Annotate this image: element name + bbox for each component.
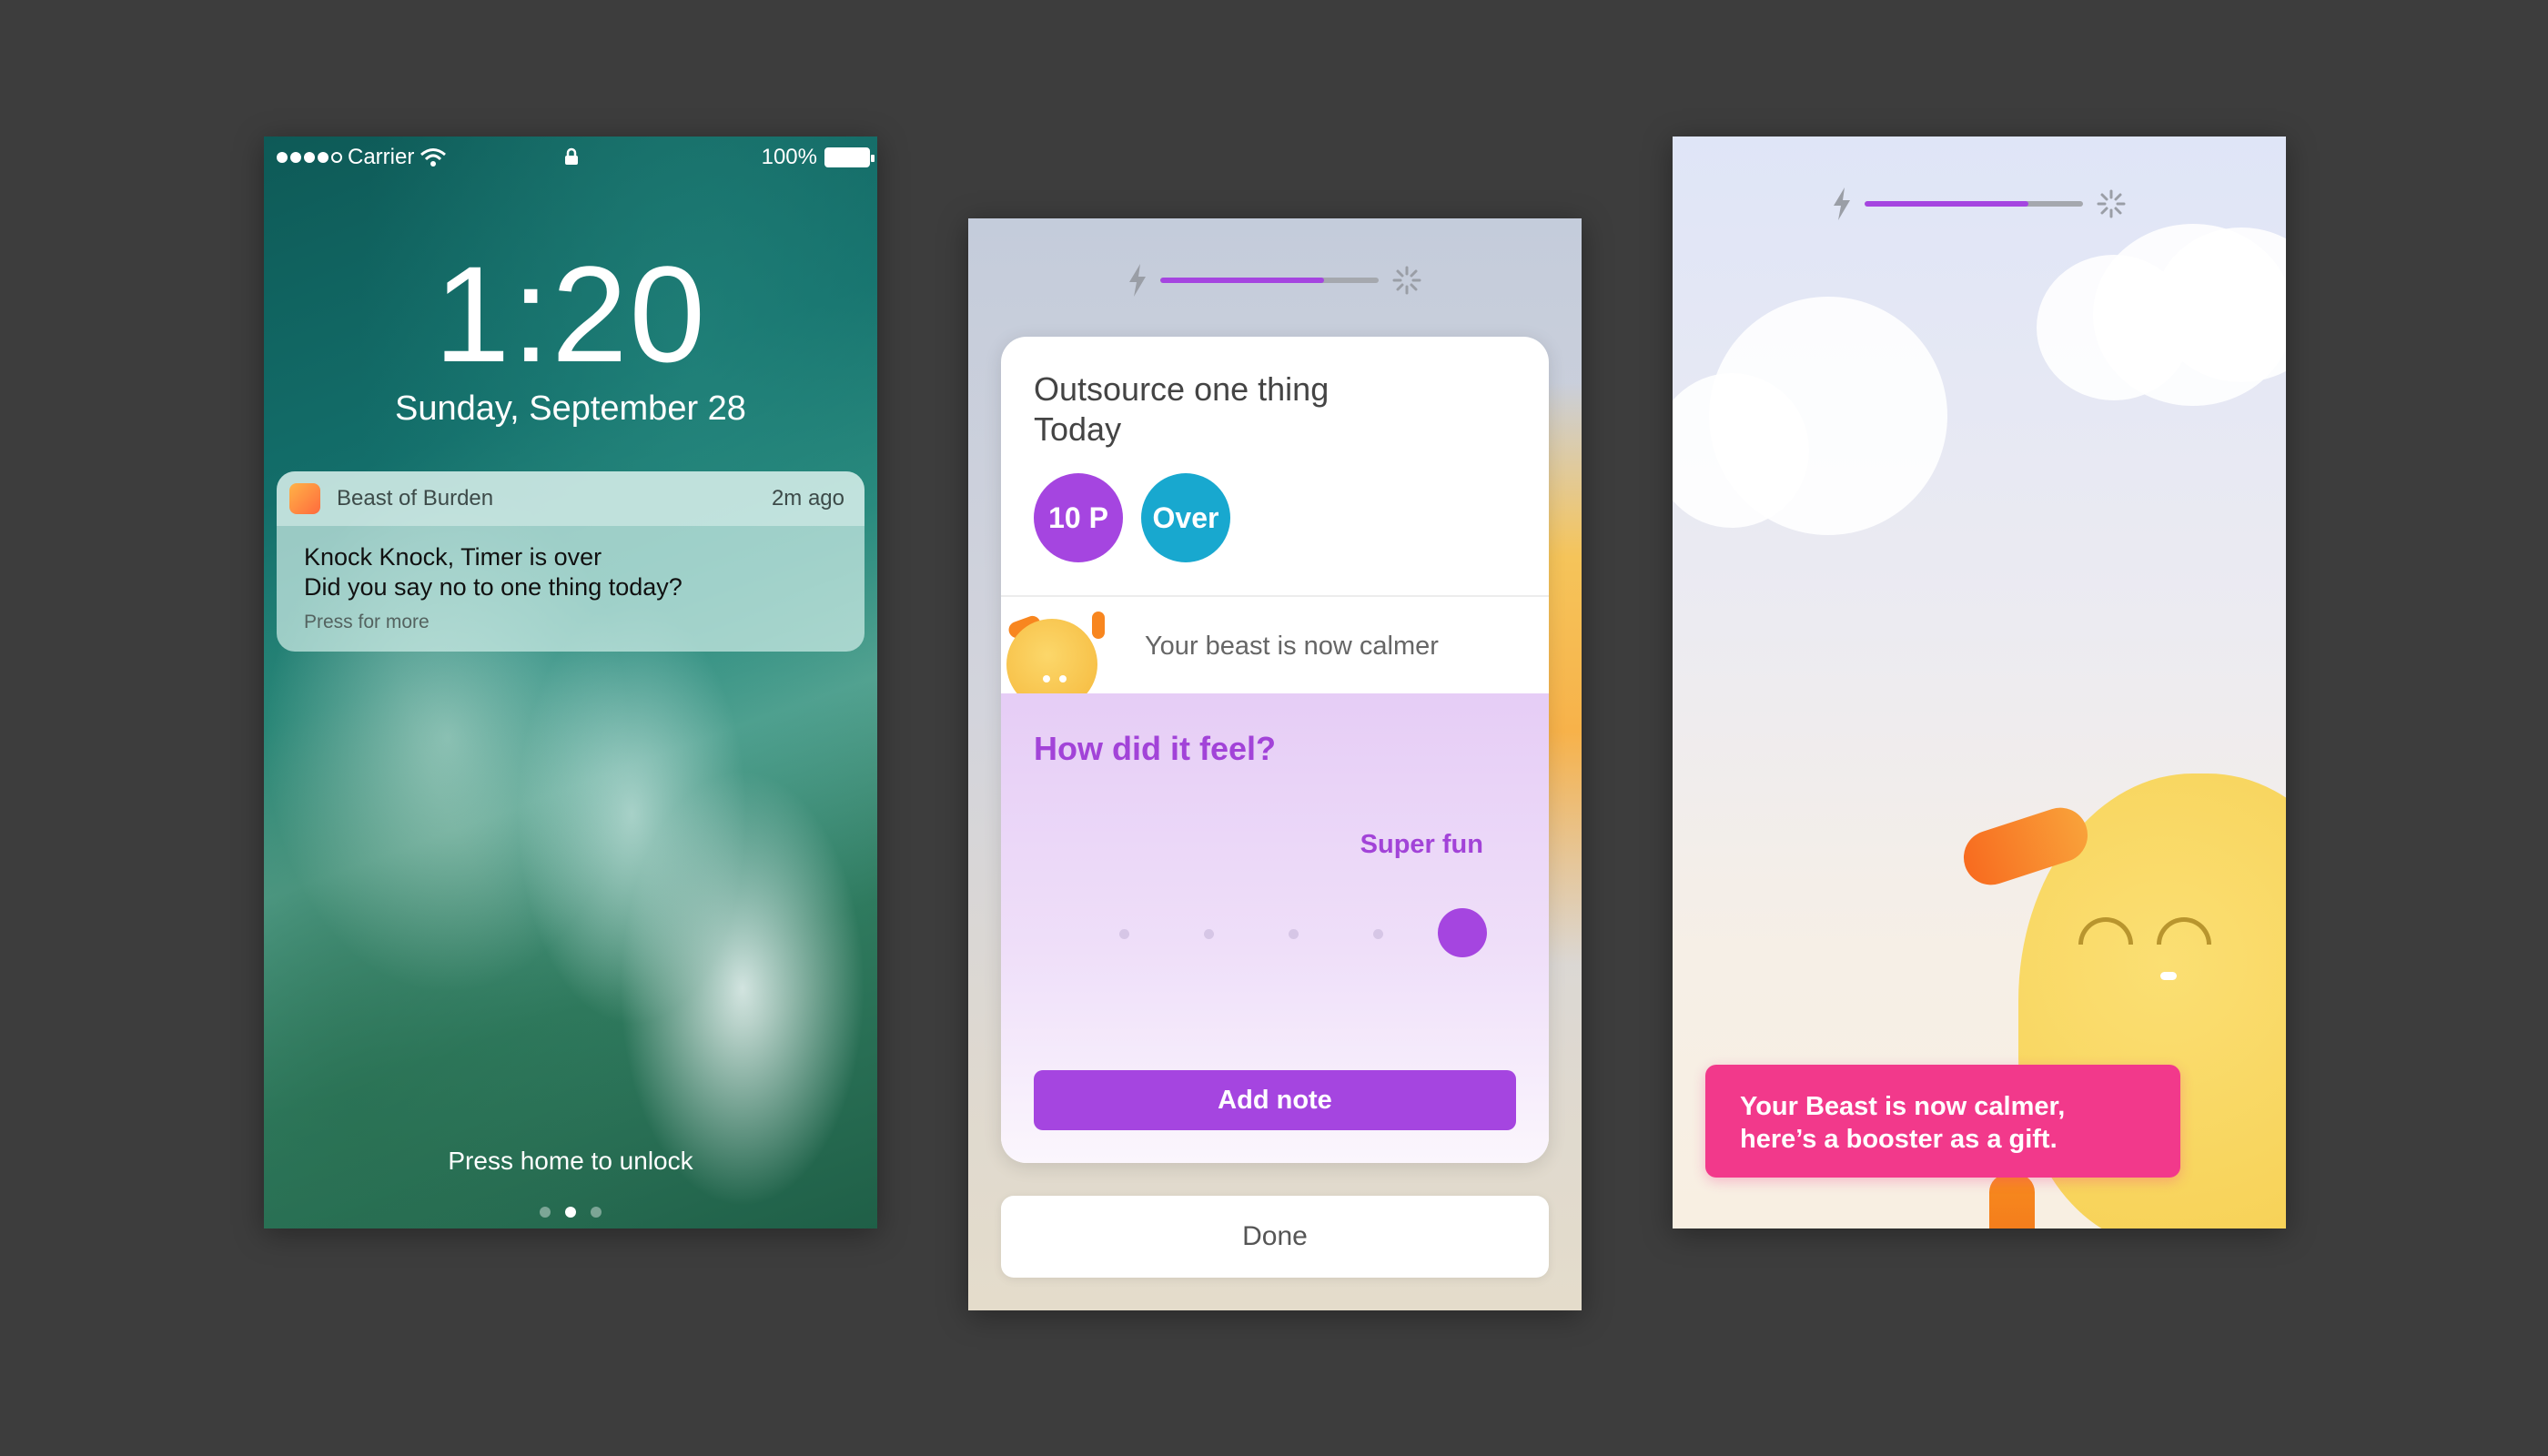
points-badge: 10 P bbox=[1034, 473, 1123, 562]
task-title-line-2: Today bbox=[1034, 410, 1122, 448]
slider-tick[interactable] bbox=[1203, 929, 1214, 939]
notification-header: Beast of Burden 2m ago bbox=[277, 471, 864, 526]
notification-app-name: Beast of Burden bbox=[337, 486, 494, 511]
bolt-icon bbox=[1129, 264, 1146, 297]
slider-tick[interactable] bbox=[1372, 929, 1383, 939]
slider-knob[interactable] bbox=[1438, 908, 1487, 957]
gift-toast-line-2: here’s a booster as a gift. bbox=[1740, 1125, 2058, 1154]
slider-tick[interactable] bbox=[1288, 929, 1299, 939]
progress-fill bbox=[1160, 278, 1324, 283]
gift-toast-line-1: Your Beast is now calmer, bbox=[1740, 1092, 2066, 1121]
feeling-slider[interactable] bbox=[1099, 908, 1487, 959]
beast-leg bbox=[1989, 1174, 2035, 1228]
task-card: Outsource one thing Today 10 P Over Your… bbox=[1001, 337, 1549, 1163]
notification-line-1: Knock Knock, Timer is over bbox=[304, 543, 602, 571]
notification-line-2: Did you say no to one thing today? bbox=[304, 573, 682, 601]
task-title: Outsource one thing Today bbox=[1034, 369, 1416, 450]
calmer-text: Your beast is now calmer bbox=[1145, 632, 1439, 661]
gift-screen: Your Beast is now calmer, here’s a boost… bbox=[1673, 136, 2286, 1228]
feeling-value: Super fun bbox=[1360, 830, 1483, 859]
progress-track bbox=[1865, 201, 2083, 207]
task-result-screen: Outsource one thing Today 10 P Over Your… bbox=[968, 218, 1582, 1310]
gift-toast[interactable]: Your Beast is now calmer, here’s a boost… bbox=[1705, 1065, 2180, 1178]
feeling-title: How did it feel? bbox=[1034, 730, 1276, 767]
energy-progress bbox=[968, 264, 1582, 297]
beast-mouth bbox=[2160, 972, 2177, 980]
page-dot-active bbox=[565, 1207, 576, 1218]
spinner-icon bbox=[2097, 189, 2126, 218]
slider-tick[interactable] bbox=[1118, 929, 1129, 939]
notification-body: Knock Knock, Timer is over Did you say n… bbox=[277, 526, 864, 633]
add-note-button[interactable]: Add note bbox=[1034, 1070, 1516, 1130]
carrier-label: Carrier bbox=[348, 145, 415, 169]
beast-eye bbox=[1059, 675, 1067, 682]
lock-time: 1:20 bbox=[434, 238, 707, 390]
lock-icon bbox=[565, 147, 578, 165]
background-glow bbox=[1545, 382, 1582, 965]
signal-icon bbox=[277, 152, 342, 163]
task-title-line-1: Outsource one thing bbox=[1034, 370, 1330, 408]
lock-screen: Carrier 100% 1:20 Sunday, September 28 B… bbox=[264, 136, 877, 1228]
notification-time: 2m ago bbox=[771, 486, 844, 511]
progress-track bbox=[1160, 278, 1379, 283]
app-icon bbox=[289, 483, 320, 514]
done-button[interactable]: Done bbox=[1001, 1196, 1549, 1278]
spinner-icon bbox=[1392, 266, 1421, 295]
notification-card[interactable]: Beast of Burden 2m ago Knock Knock, Time… bbox=[277, 471, 864, 652]
unlock-hint: Press home to unlock bbox=[448, 1147, 693, 1175]
status-left: Carrier bbox=[277, 145, 447, 170]
battery-icon bbox=[824, 147, 875, 167]
energy-progress bbox=[1673, 187, 2286, 220]
battery-percent: 100% bbox=[761, 145, 817, 169]
beast-calmer-row: Your beast is now calmer bbox=[1001, 595, 1549, 710]
beast-eye bbox=[1043, 675, 1050, 682]
over-badge: Over bbox=[1141, 473, 1230, 562]
notification-more-hint: Press for more bbox=[304, 612, 430, 632]
wifi-icon bbox=[420, 148, 447, 167]
progress-fill bbox=[1865, 201, 2028, 207]
page-indicator bbox=[264, 1207, 877, 1218]
page-dot bbox=[540, 1207, 551, 1218]
lock-date: Sunday, September 28 bbox=[395, 389, 746, 428]
feeling-panel: How did it feel? Super fun Add note bbox=[1001, 693, 1549, 1163]
page-dot bbox=[591, 1207, 602, 1218]
bolt-icon bbox=[1834, 187, 1850, 220]
beast-ear bbox=[1092, 612, 1105, 639]
status-right: 100% bbox=[761, 145, 875, 170]
status-bar: Carrier 100% bbox=[264, 136, 877, 178]
